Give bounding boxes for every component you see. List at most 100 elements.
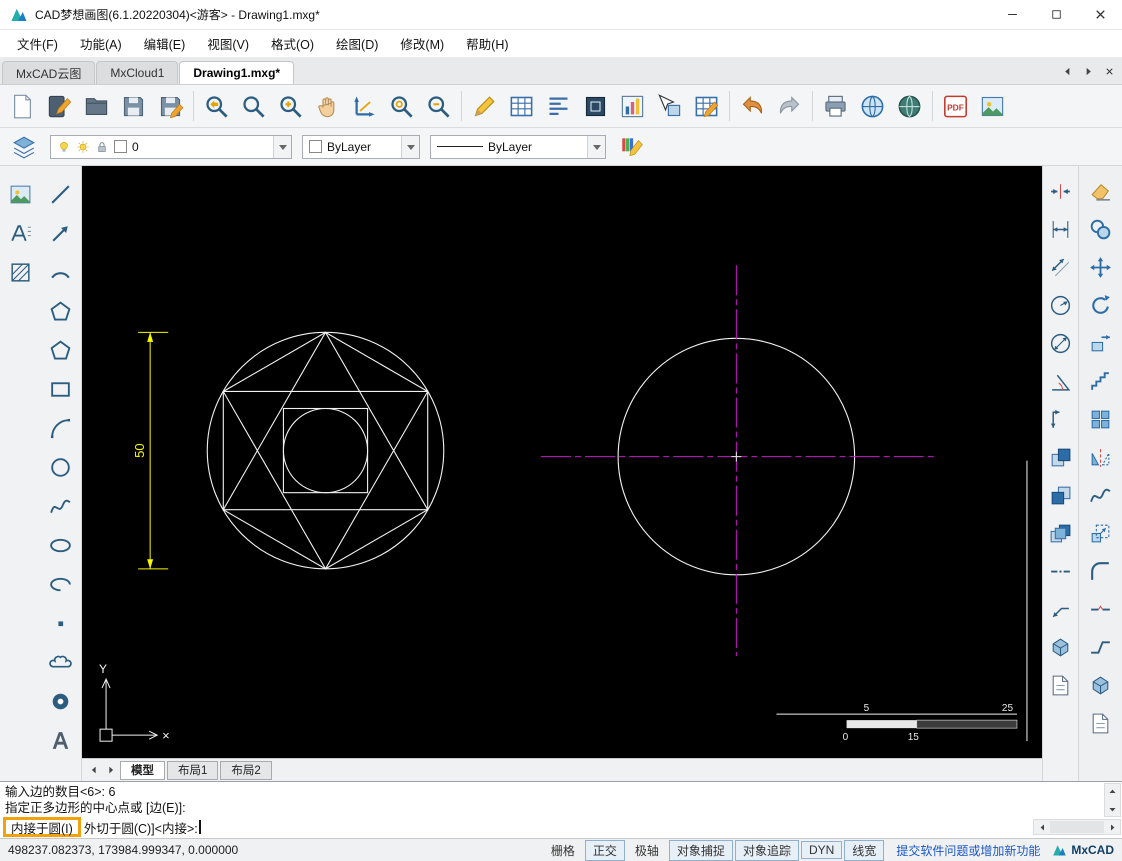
redo-button[interactable] <box>771 88 808 125</box>
print-button[interactable] <box>817 88 854 125</box>
command-horizontal-scrollbar[interactable] <box>1033 819 1121 835</box>
polyline-tool[interactable] <box>42 254 79 290</box>
draw-color-button[interactable] <box>616 131 648 163</box>
tab-scroll-right-button[interactable] <box>1080 63 1096 79</box>
inner-circle-entity[interactable] <box>283 408 367 492</box>
ellipse-arc-tool[interactable] <box>42 566 79 602</box>
scroll-down-button[interactable] <box>1105 802 1120 816</box>
prompt-option-highlighted[interactable]: 内接于圆(I) <box>3 817 81 837</box>
hatch-tool[interactable] <box>2 254 39 290</box>
scroll-up-button[interactable] <box>1105 784 1120 798</box>
offset-button[interactable] <box>1084 364 1118 399</box>
table-button[interactable] <box>503 88 540 125</box>
erase-button[interactable] <box>1084 174 1118 209</box>
linetype-tool[interactable] <box>1044 554 1078 589</box>
polygon-tool[interactable] <box>42 293 79 329</box>
stretch-button[interactable] <box>1084 326 1118 361</box>
select-button[interactable] <box>651 88 688 125</box>
command-vertical-scrollbar[interactable] <box>1104 783 1121 817</box>
network-button[interactable] <box>891 88 928 125</box>
command-prompt[interactable]: 内接于圆(I) 外切于圆(C)]<内接>: <box>0 817 1122 837</box>
revision-cloud-tool[interactable] <box>42 644 79 680</box>
array-button[interactable] <box>1084 402 1118 437</box>
menu-modify[interactable]: 修改(M) <box>389 29 455 58</box>
status-toggle-5[interactable]: DYN <box>801 841 842 859</box>
mtext-tool[interactable] <box>42 722 79 758</box>
move-button[interactable] <box>1084 250 1118 285</box>
new-button[interactable] <box>4 88 41 125</box>
feedback-link[interactable]: 提交软件问题或增加新功能 <box>896 842 1040 859</box>
sheet-tab-1[interactable]: 布局1 <box>167 761 218 780</box>
save-as-button[interactable] <box>152 88 189 125</box>
model-canvas[interactable]: 50 5 <box>82 166 1042 758</box>
point-tool[interactable] <box>42 605 79 641</box>
sheet-next-button[interactable] <box>103 762 118 778</box>
zoom-in-button[interactable] <box>272 88 309 125</box>
outer-circle-entity[interactable] <box>207 332 443 568</box>
solid-box-tool[interactable] <box>1044 630 1078 665</box>
menu-help[interactable]: 帮助(H) <box>455 29 519 58</box>
pan-button[interactable] <box>309 88 346 125</box>
layer-manager-button[interactable] <box>8 131 40 163</box>
regular-polygon-tool[interactable] <box>42 332 79 368</box>
block-button[interactable] <box>577 88 614 125</box>
command-history[interactable]: 输入边的数目<6>: 6 指定正多边形的中心点或 [边(E)]: <box>0 782 1122 817</box>
scroll-right-button[interactable] <box>1104 820 1120 834</box>
hexagram-figure[interactable] <box>207 332 443 568</box>
menu-format[interactable]: 格式(O) <box>260 29 325 58</box>
mirror-button[interactable] <box>1084 440 1118 475</box>
arc-tool[interactable] <box>42 410 79 446</box>
construction-line-tool[interactable] <box>42 215 79 251</box>
undo-button[interactable] <box>734 88 771 125</box>
doc-tab-0[interactable]: MxCAD云图 <box>2 61 95 84</box>
dropdown-arrow-icon[interactable] <box>587 136 605 158</box>
spline-edit-button[interactable] <box>1084 478 1118 513</box>
triangle-entity[interactable] <box>223 391 427 568</box>
minimize-button[interactable] <box>990 0 1034 30</box>
circle-figure[interactable] <box>541 265 937 656</box>
menu-view[interactable]: 视图(V) <box>196 29 260 58</box>
scrollbar-track[interactable] <box>1050 821 1104 833</box>
sheet-tab-0[interactable]: 模型 <box>120 761 165 780</box>
spline-tool[interactable] <box>42 488 79 524</box>
draworder-back-tool[interactable] <box>1044 478 1078 513</box>
insert-image-button[interactable] <box>974 88 1011 125</box>
scroll-left-button[interactable] <box>1034 820 1050 834</box>
zoom-window-button[interactable] <box>235 88 272 125</box>
drawing-canvas[interactable]: 50 5 <box>82 166 1042 758</box>
copy-button[interactable] <box>1084 212 1118 247</box>
scale-button[interactable] <box>1084 516 1118 551</box>
close-button[interactable] <box>1078 0 1122 30</box>
status-toggle-2[interactable]: 极轴 <box>627 840 667 861</box>
angular-dimension-tool[interactable] <box>1044 364 1078 399</box>
dropdown-arrow-icon[interactable] <box>273 136 291 158</box>
export-pdf-button[interactable] <box>937 88 974 125</box>
web-publish-button[interactable] <box>854 88 891 125</box>
color-select[interactable]: ByLayer <box>302 135 420 159</box>
maximize-button[interactable] <box>1034 0 1078 30</box>
open-button[interactable] <box>78 88 115 125</box>
draworder-above-tool[interactable] <box>1044 516 1078 551</box>
doc-tab-1[interactable]: MxCloud1 <box>96 61 178 84</box>
donut-tool[interactable] <box>42 683 79 719</box>
linetype-select[interactable]: ByLayer <box>430 135 606 159</box>
fillet-button[interactable] <box>1084 554 1118 589</box>
centerlines[interactable] <box>541 265 937 656</box>
text-style-button[interactable] <box>540 88 577 125</box>
sheet-prev-button[interactable] <box>86 762 101 778</box>
new-layout-button[interactable] <box>1084 706 1118 741</box>
status-toggle-4[interactable]: 对象追踪 <box>735 840 799 861</box>
tab-close-button[interactable] <box>1101 63 1117 79</box>
text-tool[interactable] <box>2 215 39 251</box>
line-tool[interactable] <box>42 176 79 212</box>
zoom-object-button[interactable] <box>383 88 420 125</box>
open-drawing-button[interactable] <box>41 88 78 125</box>
box-3d-button[interactable] <box>1084 668 1118 703</box>
aligned-dimension-tool[interactable] <box>1044 250 1078 285</box>
dropdown-arrow-icon[interactable] <box>401 136 419 158</box>
ordinate-dimension-tool[interactable] <box>1044 402 1078 437</box>
status-toggle-3[interactable]: 对象捕捉 <box>669 840 733 861</box>
status-toggle-1[interactable]: 正交 <box>585 840 625 861</box>
rectangle-tool[interactable] <box>42 371 79 407</box>
status-toggle-0[interactable]: 栅格 <box>543 840 583 861</box>
